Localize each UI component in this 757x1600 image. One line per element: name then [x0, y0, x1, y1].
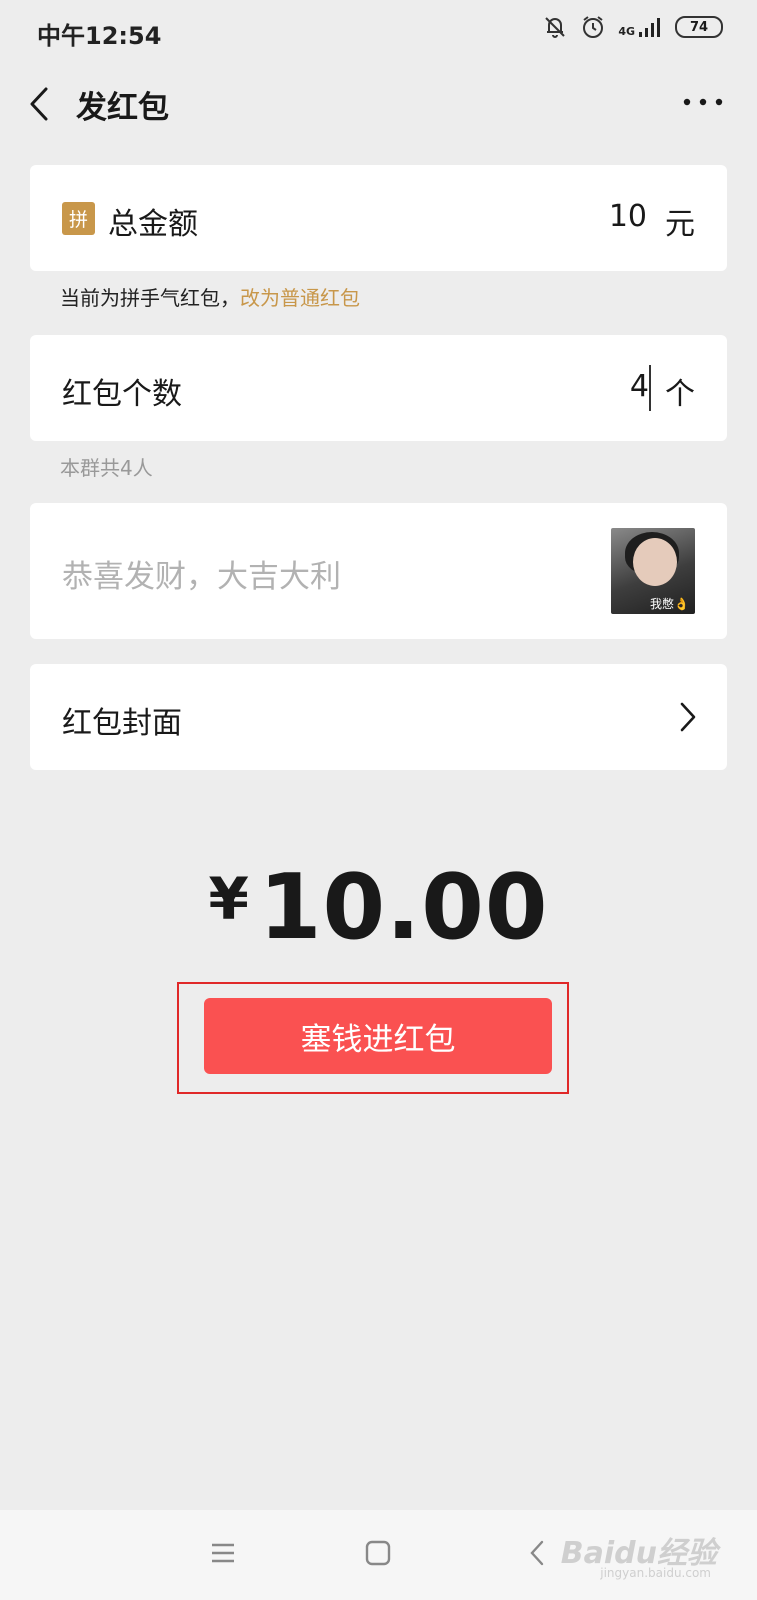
message-card[interactable]: 恭喜发财，大吉大利 我憋👌: [30, 503, 727, 639]
packet-count-card[interactable]: 红包个数 4 个: [30, 335, 727, 441]
chevron-right-icon: [680, 702, 696, 732]
battery-icon: 74: [675, 16, 723, 38]
home-square-icon[interactable]: [363, 1538, 393, 1568]
back-triangle-icon[interactable]: [523, 1538, 553, 1568]
lucky-draw-badge: 拼: [62, 202, 95, 235]
packet-cover-label: 红包封面: [62, 706, 182, 741]
packet-count-label: 红包个数: [62, 377, 182, 412]
send-red-packet-button[interactable]: 塞钱进红包: [204, 998, 552, 1074]
system-nav-bar: Baidu经验 jingyan.baidu.com: [0, 1510, 757, 1600]
emoji-sticker-thumbnail[interactable]: 我憋👌: [611, 528, 695, 614]
message-input[interactable]: 恭喜发财，大吉大利: [62, 551, 341, 596]
page-title: 发红包: [76, 90, 169, 126]
signal-icon: 4G: [618, 17, 663, 37]
status-time: 中午12:54: [37, 22, 162, 50]
packet-type-hint: 当前为拼手气红包，改为普通红包: [60, 282, 360, 311]
group-member-hint: 本群共4人: [60, 456, 153, 480]
switch-normal-packet-link[interactable]: 改为普通红包: [240, 286, 360, 310]
sticker-caption: 我憋👌: [650, 597, 689, 611]
sticker-face: [633, 538, 677, 586]
mute-bell-icon: [545, 17, 566, 38]
total-amount-unit: 元: [665, 207, 695, 242]
alarm-icon: [583, 16, 604, 38]
packet-count-unit: 个: [665, 377, 695, 412]
packet-count-input[interactable]: 4: [630, 369, 649, 404]
network-type: 4G: [618, 25, 635, 38]
menu-icon[interactable]: [208, 1538, 238, 1568]
baidu-watermark-url: jingyan.baidu.com: [600, 1566, 711, 1580]
more-dots-icon[interactable]: [681, 90, 725, 114]
currency-symbol: ¥: [208, 865, 249, 933]
amount-value: 10.00: [258, 855, 549, 960]
chevron-left-icon[interactable]: [26, 86, 56, 122]
text-cursor: [649, 365, 651, 411]
packet-cover-card[interactable]: 红包封面: [30, 664, 727, 770]
total-amount-input[interactable]: 10: [609, 199, 647, 234]
total-amount-card[interactable]: 拼 总金额 10 元: [30, 165, 727, 271]
total-amount-label: 总金额: [108, 207, 198, 242]
amount-display: ¥10.00: [0, 855, 757, 960]
status-icons: 4G 74: [542, 14, 723, 40]
packet-type-hint-text: 当前为拼手气红包，: [60, 286, 240, 310]
